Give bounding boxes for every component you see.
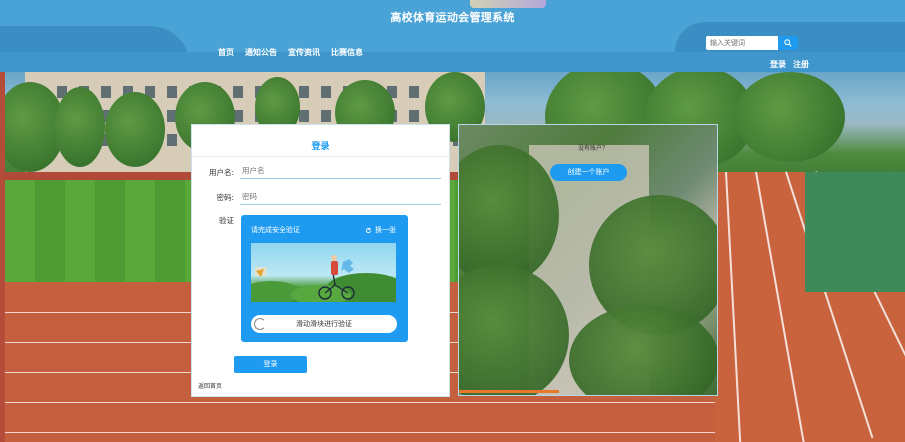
refresh-button[interactable]: 换一张 [365,225,396,235]
title-divider [192,156,449,157]
login-button[interactable]: 登录 [234,356,307,373]
auth-links: 登录 注册 [770,59,809,70]
nav-item-home[interactable]: 首页 [218,47,234,58]
background-photo [5,72,905,442]
top-header: 高校体育运动会管理系统 首页 通知公告 宣传资讯 比赛信息 登录 注册 [0,0,905,72]
username-label: 用户名: [208,168,234,177]
login-panel: 登录 用户名: 密码: 验证 请完成安全验证 换一张 [191,124,450,397]
captcha-image [251,243,396,302]
search-box [706,36,798,50]
nav-item-notices[interactable]: 通知公告 [245,47,277,58]
username-field[interactable] [240,163,441,179]
password-label: 密码: [216,193,234,202]
site-title: 高校体育运动会管理系统 [390,11,515,24]
banner-image [470,0,546,8]
captcha-slider[interactable]: 滑动滑块进行验证 [251,315,397,333]
register-link[interactable]: 注册 [793,59,809,70]
search-button[interactable] [778,36,798,50]
tennis-court [805,172,905,292]
search-input[interactable] [706,36,778,50]
no-account-prompt: 没有账户？ [578,145,609,152]
refresh-label: 换一张 [375,226,396,234]
create-account-button[interactable]: 创建一个账户 [550,164,627,181]
captcha-widget: 请完成安全验证 换一张 滑动滑块进行验证 [241,215,408,342]
login-link[interactable]: 登录 [770,59,786,70]
main-nav: 首页 通知公告 宣传资讯 比赛信息 [218,47,363,58]
nav-item-matches[interactable]: 比赛信息 [331,47,363,58]
register-bottom-bar [459,390,559,393]
password-field[interactable] [240,189,441,205]
search-icon [784,39,792,47]
captcha-label: 验证 [219,216,234,225]
register-panel: 没有账户？ 创建一个账户 [458,124,718,396]
slider-text: 滑动滑块进行验证 [296,320,352,328]
back-home-link[interactable]: 返回首页 [198,381,222,390]
captcha-hint: 请完成安全验证 [251,226,300,234]
nav-item-news[interactable]: 宣传资讯 [288,47,320,58]
refresh-icon [365,227,372,233]
login-title: 登录 [311,142,330,152]
